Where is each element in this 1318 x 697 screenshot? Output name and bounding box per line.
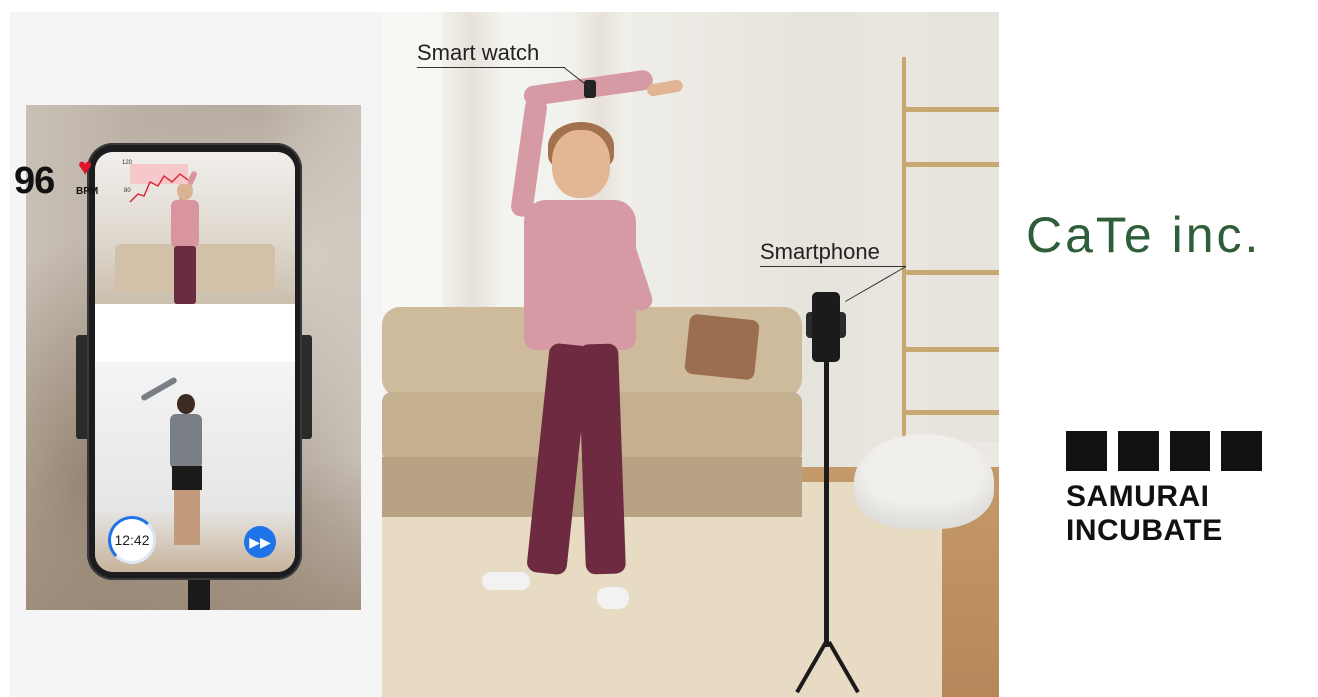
living-room-photo: [382, 12, 999, 697]
smartphone-callout-line: [760, 266, 906, 267]
heart-rate-unit: BPM: [76, 186, 99, 197]
tripod-smartphone: [812, 292, 840, 362]
heart-rate-panel: [95, 304, 295, 362]
samurai-incubate-logo: SAMURAI INCUBATE: [1066, 480, 1266, 548]
heart-icon: ♥: [78, 154, 93, 181]
smart-watch-label: Smart watch: [417, 40, 540, 65]
shelf: [902, 410, 999, 415]
shelf: [902, 270, 999, 275]
fast-forward-button[interactable]: ▶▶: [244, 526, 276, 558]
sofa-pillow: [684, 313, 760, 381]
fast-forward-icon: ▶▶: [249, 533, 271, 550]
shelf: [902, 162, 999, 167]
samurai-logo-line2: INCUBATE: [1066, 514, 1223, 547]
shelf: [902, 107, 999, 112]
shelf-post: [902, 57, 906, 442]
smart-watch-callout-line: [417, 67, 565, 68]
promo-banner: 96 ♥ BPM 120 80 12:42 ▶▶ Smart watch Sma…: [0, 0, 1318, 697]
shelf: [902, 347, 999, 352]
chart-tick-high: 120: [122, 160, 133, 166]
workout-timer: 12:42: [108, 516, 156, 564]
heart-rate-sparkline: [129, 164, 189, 203]
knit-pouf: [854, 434, 994, 529]
chart-tick-low: 80: [124, 188, 131, 194]
brick-wall: [927, 12, 999, 442]
heart-rate-chart: 120 80: [108, 158, 192, 204]
exercising-woman: [482, 69, 684, 612]
phone-mount-pole: [188, 575, 210, 610]
instructor-figure: [140, 376, 245, 555]
cate-logo: CaTe inc.: [1026, 207, 1262, 263]
tripod-pole: [824, 362, 829, 647]
phone-screen: [95, 152, 295, 572]
samurai-incubate-logo-mark: [1066, 431, 1262, 471]
smartphone-label: Smartphone: [760, 239, 880, 264]
heart-rate-value: 96: [14, 160, 55, 202]
samurai-logo-line1: SAMURAI: [1066, 480, 1210, 513]
